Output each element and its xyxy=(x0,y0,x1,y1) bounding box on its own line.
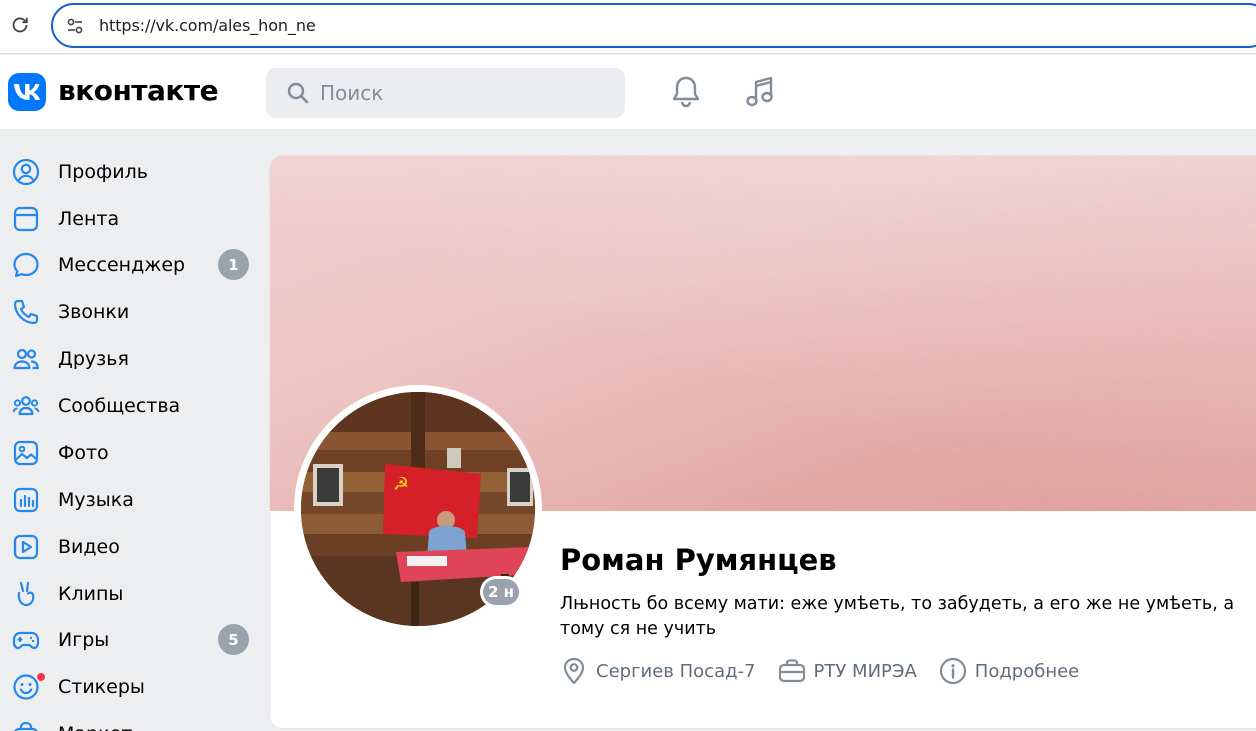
notification-dot xyxy=(36,672,46,682)
sidebar-item-profile[interactable]: Профиль xyxy=(0,151,260,193)
feed-icon xyxy=(12,205,40,233)
user-circle-icon xyxy=(12,158,40,186)
left-sidebar: Профиль Лента Мессенджер 1 Звонки Друзья… xyxy=(0,131,260,731)
music-note-icon[interactable] xyxy=(742,74,778,110)
notifications-bell-icon[interactable] xyxy=(668,74,704,110)
sidebar-item-label: Маркет xyxy=(58,723,132,731)
profile-more-link[interactable]: Подробнее xyxy=(939,657,1079,685)
music-bars-icon xyxy=(12,486,40,514)
sidebar-item-label: Фото xyxy=(58,442,109,464)
site-info-icon[interactable] xyxy=(65,16,85,36)
briefcase-icon xyxy=(778,657,806,685)
phone-icon xyxy=(12,298,40,326)
sidebar-item-games[interactable]: Игры 5 xyxy=(0,619,260,661)
sidebar-item-label: Профиль xyxy=(58,161,148,183)
chat-bubble-icon xyxy=(12,251,40,279)
university-text: РТУ МИРЭА xyxy=(813,660,917,682)
vk-header: вконтакте xyxy=(0,55,1256,130)
sidebar-item-label: Звонки xyxy=(58,301,130,323)
search-icon xyxy=(286,81,310,105)
profile-name: Роман Румянцев xyxy=(560,543,837,577)
sidebar-item-video[interactable]: Видео xyxy=(0,526,260,568)
vk-logo-icon[interactable] xyxy=(8,73,46,111)
games-count-badge: 5 xyxy=(218,624,249,655)
profile-card: ☭ 2 н Роман Румянцев Лњность бо всему ма… xyxy=(270,156,1256,728)
search-input[interactable] xyxy=(320,68,610,118)
gamepad-icon xyxy=(12,626,40,654)
vk-logo-text[interactable]: вконтакте xyxy=(58,74,219,107)
sidebar-item-photos[interactable]: Фото xyxy=(0,432,260,474)
sidebar-item-label: Стикеры xyxy=(58,676,145,698)
sidebar-item-label: Мессенджер xyxy=(58,254,186,276)
photo-icon xyxy=(12,439,40,467)
sidebar-item-market[interactable]: Маркет xyxy=(0,713,260,731)
sidebar-item-clips[interactable]: Клипы xyxy=(0,573,260,615)
more-link-text: Подробнее xyxy=(974,660,1080,682)
communities-icon xyxy=(12,392,40,420)
svg-text:☭: ☭ xyxy=(393,474,409,495)
sidebar-item-communities[interactable]: Сообщества xyxy=(0,385,260,427)
sidebar-item-label: Музыка xyxy=(58,489,134,511)
sidebar-item-feed[interactable]: Лента xyxy=(0,198,260,240)
sidebar-item-label: Сообщества xyxy=(58,395,181,417)
sidebar-item-stickers[interactable]: Стикеры xyxy=(0,666,260,708)
sidebar-item-label: Игры xyxy=(58,629,110,651)
last-seen-badge: 2 н xyxy=(480,576,522,608)
reload-icon[interactable] xyxy=(9,14,31,36)
location-pin-icon xyxy=(560,657,588,685)
profile-status[interactable]: Лњность бо всему мати: еже умѣеть, то за… xyxy=(560,592,1250,642)
search-box[interactable] xyxy=(266,68,625,118)
unread-count-badge: 1 xyxy=(218,249,249,280)
city-text: Сергиев Посад-7 xyxy=(596,660,756,682)
url-text[interactable]: https://vk.com/ales_hon_ne xyxy=(99,16,316,35)
sidebar-item-label: Видео xyxy=(58,536,120,558)
sidebar-item-label: Лента xyxy=(58,208,120,230)
sidebar-item-label: Друзья xyxy=(58,348,129,370)
sidebar-item-messenger[interactable]: Мессенджер 1 xyxy=(0,244,260,286)
browser-toolbar: https://vk.com/ales_hon_ne xyxy=(0,0,1256,54)
clips-icon xyxy=(12,580,40,608)
info-circle-icon xyxy=(939,657,967,685)
sidebar-item-music[interactable]: Музыка xyxy=(0,479,260,521)
market-icon xyxy=(12,720,40,731)
last-seen-text: 2 н xyxy=(483,579,519,605)
profile-university[interactable]: РТУ МИРЭА xyxy=(778,657,917,685)
profile-city[interactable]: Сергиев Посад-7 xyxy=(560,657,756,685)
sidebar-item-friends[interactable]: Друзья xyxy=(0,338,260,380)
address-bar[interactable]: https://vk.com/ales_hon_ne xyxy=(51,3,1256,48)
video-icon xyxy=(12,533,40,561)
sidebar-item-label: Клипы xyxy=(58,583,124,605)
friends-icon xyxy=(12,345,40,373)
profile-info-row: Сергиев Посад-7 РТУ МИРЭА Подробнее xyxy=(560,656,1101,686)
sidebar-item-calls[interactable]: Звонки xyxy=(0,291,260,333)
